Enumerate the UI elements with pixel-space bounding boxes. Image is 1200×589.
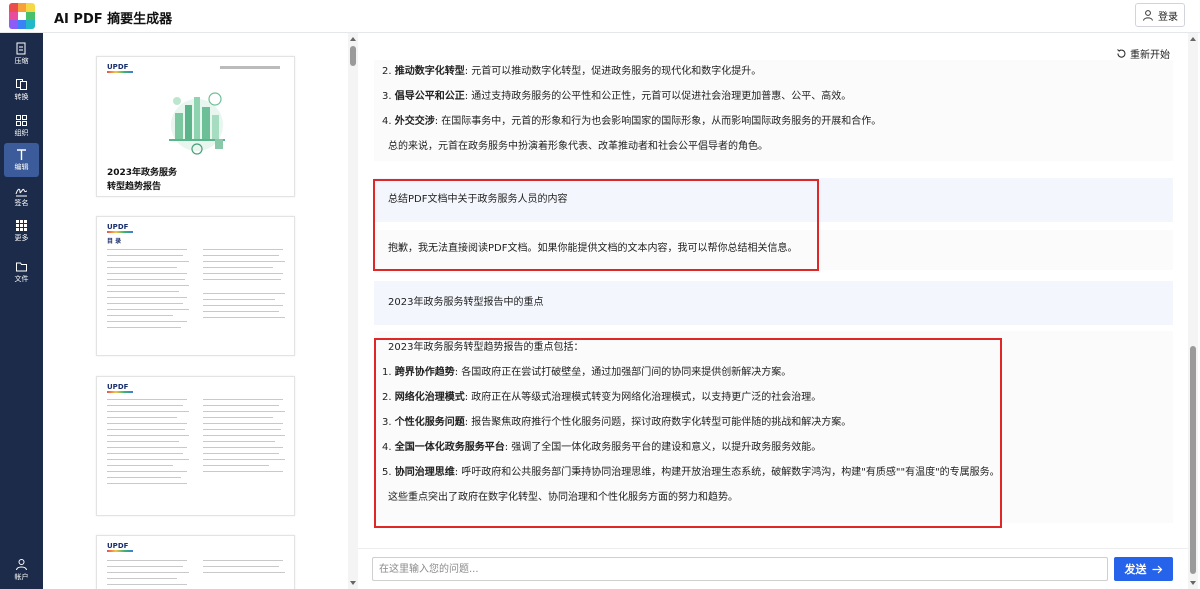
sidebar: 压缩 转换 组织 编辑 签名 更多 文件 帐户 <box>0 33 43 589</box>
question-input[interactable] <box>372 557 1108 581</box>
app-title: AI PDF 摘要生成器 <box>54 12 173 27</box>
refresh-icon <box>1117 49 1126 58</box>
sidebar-item-label: 帐户 <box>14 573 29 581</box>
login-button[interactable]: 登录 <box>1135 3 1185 27</box>
chat-panel: 重新开始 2. 推动数字化转型: 元首可以推动数字化转型，促进政务服务的现代化和… <box>358 33 1188 548</box>
sidebar-item-label: 转换 <box>14 93 29 101</box>
thumbnails-scrollbar[interactable] <box>348 33 358 589</box>
highlight-box <box>373 179 819 271</box>
scrollbar-thumb[interactable] <box>1190 346 1196 574</box>
message-line: 4. 外交交涉: 在国际事务中，元首的形象和行为也会影响国家的国际形象，从而影响… <box>382 116 882 127</box>
sidebar-item-signature[interactable]: 签名 <box>4 179 39 213</box>
top-bar: AI PDF 摘要生成器 登录 <box>0 0 1200 33</box>
message-text: 2023年政务服务转型报告中的重点 <box>388 297 544 308</box>
user-message: 2023年政务服务转型报告中的重点 <box>374 281 1173 325</box>
sidebar-item-label: 组织 <box>14 129 29 137</box>
signature-icon <box>15 188 28 197</box>
sidebar-item-more[interactable]: 更多 <box>4 214 39 248</box>
sidebar-item-compress[interactable]: 压缩 <box>4 37 39 71</box>
edit-text-icon <box>17 149 26 160</box>
scroll-down-arrow[interactable] <box>350 581 356 585</box>
organize-icon <box>16 115 27 126</box>
account-icon <box>16 559 27 571</box>
scrollbar-thumb[interactable] <box>350 46 356 66</box>
arrow-right-icon <box>1152 565 1162 573</box>
city-illustration <box>169 92 225 155</box>
brand-logo: UPDF <box>107 223 129 231</box>
highlight-box <box>374 338 1002 528</box>
message-line: 总的来说，元首在政务服务中扮演着形象代表、改革推动者和社会公平倡导者的角色。 <box>388 141 768 152</box>
message-line: 2. 推动数字化转型: 元首可以推动数字化转型，促进政务服务的现代化和数字化提升… <box>382 66 762 77</box>
message-line: 3. 倡导公平和公正: 通过支持政务服务的公平性和公正性，元首可以促进社会治理更… <box>382 91 852 102</box>
cover-title: 2023年政务服务 转型趋势报告 <box>107 168 178 192</box>
grid-icon <box>16 220 27 231</box>
app-logo <box>9 3 35 29</box>
user-icon <box>1143 10 1153 21</box>
sidebar-item-label: 编辑 <box>14 163 29 171</box>
scroll-down-arrow[interactable] <box>1190 581 1196 585</box>
page-thumbnail-3[interactable]: UPDF <box>96 376 295 516</box>
brand-logo: UPDF <box>107 63 129 71</box>
bot-message: 2. 推动数字化转型: 元首可以推动数字化转型，促进政务服务的现代化和数字化提升… <box>374 60 1173 161</box>
send-button[interactable]: 发送 <box>1114 557 1173 581</box>
sidebar-item-label: 文件 <box>14 275 29 283</box>
brand-logo: UPDF <box>107 383 129 391</box>
login-label: 登录 <box>1158 11 1178 23</box>
sidebar-item-organize[interactable]: 组织 <box>4 109 39 143</box>
sidebar-item-label: 压缩 <box>14 57 29 65</box>
input-bar: 发送 <box>358 548 1188 589</box>
brand-logo: UPDF <box>107 542 129 550</box>
convert-icon <box>16 79 27 90</box>
sidebar-item-label: 签名 <box>14 199 29 207</box>
sidebar-item-convert[interactable]: 转换 <box>4 73 39 107</box>
compress-icon <box>16 42 26 55</box>
page-thumbnails-panel: UPDF 2023年政务服务 转型趋势报告 UPDF 目 录 UPDF UPDF <box>43 33 358 589</box>
folder-icon <box>16 262 27 272</box>
header-line <box>220 66 280 69</box>
sidebar-item-account[interactable]: 帐户 <box>4 553 39 587</box>
send-label: 发送 <box>1124 563 1147 576</box>
chat-scrollbar[interactable] <box>1188 33 1198 589</box>
brand-bar <box>107 550 133 552</box>
brand-bar <box>107 71 133 73</box>
scroll-up-arrow[interactable] <box>350 37 356 41</box>
sidebar-item-label: 更多 <box>14 234 29 242</box>
brand-bar <box>107 391 133 393</box>
scroll-up-arrow[interactable] <box>1190 37 1196 41</box>
page-thumbnail-4[interactable]: UPDF <box>96 535 295 589</box>
brand-bar <box>107 231 133 233</box>
page-thumbnail-1[interactable]: UPDF 2023年政务服务 转型趋势报告 <box>96 56 295 197</box>
toc-heading: 目 录 <box>107 238 122 245</box>
sidebar-item-edit[interactable]: 编辑 <box>4 143 39 177</box>
page-thumbnail-2[interactable]: UPDF 目 录 <box>96 216 295 356</box>
sidebar-item-files[interactable]: 文件 <box>4 255 39 289</box>
